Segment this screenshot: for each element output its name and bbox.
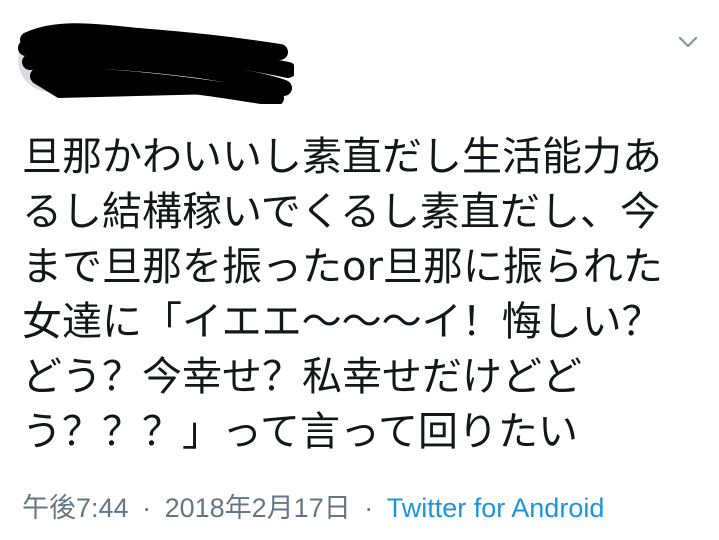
tweet-header (0, 0, 719, 110)
tweet-text-line: どう？今幸せ？私幸せだけどど (22, 354, 582, 400)
tweet-card: 旦那かわいいし素直だし生活能力あ るし結構稼いでくるし素直だし、今 まで旦那を振った… (0, 0, 719, 540)
tweet-source-link[interactable]: Twitter for Android (387, 493, 605, 523)
tweet-date[interactable]: 2018年2月17日 (165, 493, 351, 523)
tweet-time[interactable]: 午後7:44 (22, 493, 129, 523)
tweet-text-line: 女達に「イエエ〜〜〜イ！悔しい？ (22, 299, 662, 345)
chevron-down-icon[interactable] (676, 30, 700, 54)
redaction-scribble (18, 18, 294, 104)
meta-separator: · (364, 493, 374, 523)
tweet-text-line: 旦那かわいいし素直だし生活能力あ (22, 134, 662, 180)
redaction-scribble-icon (18, 23, 294, 104)
tweet-meta: 午後7:44 · 2018年2月17日 · Twitter for Androi… (22, 488, 604, 528)
tweet-text-line: まで旦那を振ったor旦那に振られた (22, 244, 663, 290)
tweet-text: 旦那かわいいし素直だし生活能力あ るし結構稼いでくるし素直だし、今 まで旦那を振った… (22, 130, 702, 460)
tweet-text-line: う？？？」って言って回りたい (22, 409, 578, 455)
tweet-text-line: るし結構稼いでくるし素直だし、今 (22, 189, 660, 235)
meta-separator: · (142, 493, 152, 523)
